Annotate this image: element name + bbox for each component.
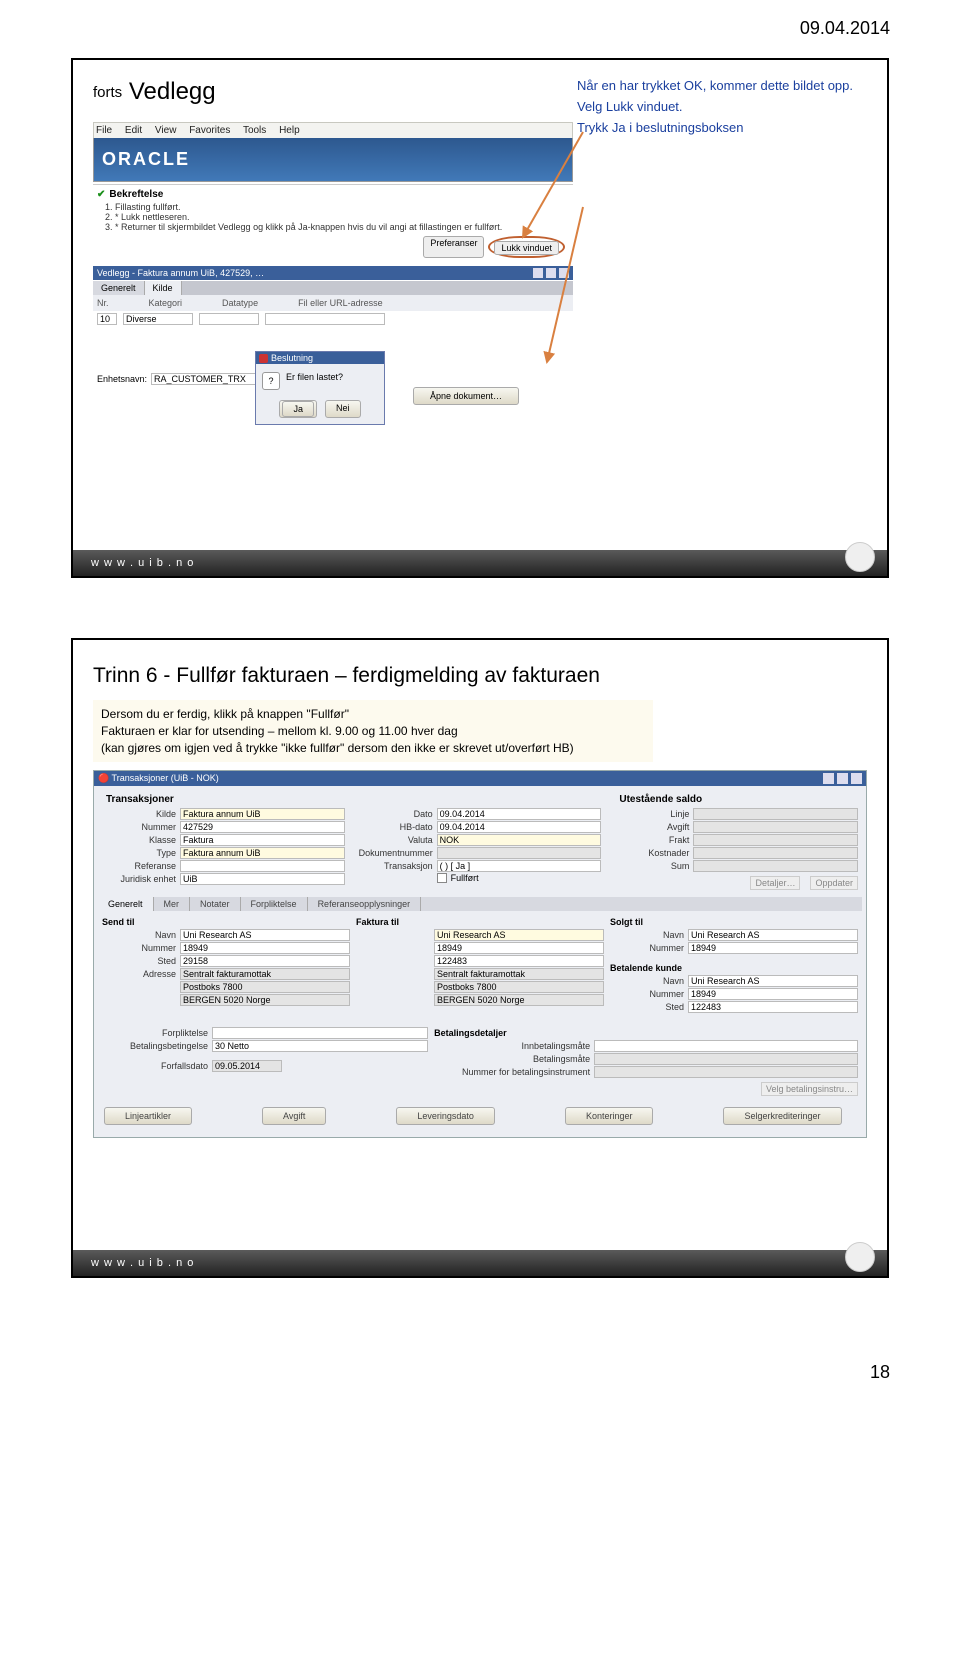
confirmation-block: ✔ Bekreftelse Fillasting fullført. * Luk… bbox=[93, 184, 573, 264]
referanse-input[interactable] bbox=[180, 860, 345, 872]
avgift-button[interactable]: Avgift bbox=[262, 1107, 326, 1125]
info-icon: ✔ bbox=[97, 189, 105, 200]
slide-footer: w w w . u i b . n o bbox=[73, 1250, 887, 1276]
selgerkrediteringer-button[interactable]: Selgerkrediteringer bbox=[723, 1107, 841, 1125]
doknummer-input bbox=[437, 847, 602, 859]
preferences-button[interactable]: Preferanser bbox=[423, 236, 484, 258]
fullfort-checkbox[interactable] bbox=[437, 873, 447, 883]
leveringsdato-button[interactable]: Leveringsdato bbox=[396, 1107, 495, 1125]
window-title: Vedlegg - Faktura annum UiB, 427529, … bbox=[97, 268, 264, 278]
linjeartikler-button[interactable]: Linjeartikler bbox=[104, 1107, 192, 1125]
juridisk-input[interactable]: UiB bbox=[180, 873, 345, 885]
no-button[interactable]: Nei bbox=[325, 400, 361, 418]
decision-dialog: Beslutning ? Er filen lastet? Ja Nei bbox=[255, 351, 385, 425]
dato-input[interactable]: 09.04.2014 bbox=[437, 808, 602, 820]
oracle-banner: ORACLE bbox=[93, 138, 573, 182]
window-controls[interactable] bbox=[823, 773, 862, 784]
yes-marker: Ja bbox=[279, 400, 317, 418]
kilde-input[interactable]: Faktura annum UiB bbox=[180, 808, 345, 820]
question-icon: ? bbox=[262, 372, 280, 390]
grid-header: Nr. Kategori Datatype Fil eller URL-adre… bbox=[93, 295, 573, 311]
annotation-box: Når en har trykket OK, kommer dette bild… bbox=[577, 78, 867, 141]
slide2-heading: Trinn 6 - Fullfør fakturaen – ferdigmeld… bbox=[93, 664, 867, 688]
grid-row: 10 Diverse bbox=[93, 311, 573, 327]
oppdater-button[interactable]: Oppdater bbox=[810, 876, 858, 890]
konteringer-button[interactable]: Konteringer bbox=[565, 1107, 654, 1125]
slide-1: forts Vedlegg Når en har trykket OK, kom… bbox=[71, 58, 889, 578]
browser-window: File Edit View Favorites Tools Help ORAC… bbox=[93, 122, 573, 391]
transactions-window: 🔴 Transaksjoner (UiB - NOK) Transaksjone… bbox=[93, 770, 867, 1138]
bottom-button-row: Linjeartikler Avgift Leveringsdato Konte… bbox=[98, 1101, 862, 1133]
transaksjon-input[interactable]: ( ) [ Ja ] bbox=[437, 860, 602, 872]
section-transactions: Transaksjoner bbox=[102, 792, 345, 807]
browser-menubar[interactable]: File Edit View Favorites Tools Help bbox=[93, 122, 573, 138]
open-document-button[interactable]: Åpne dokument… bbox=[413, 387, 519, 405]
close-window-marker: Lukk vinduet bbox=[488, 236, 565, 258]
slide-2: Trinn 6 - Fullfør fakturaen – ferdigmeld… bbox=[71, 638, 889, 1278]
valuta-input[interactable]: NOK bbox=[437, 834, 602, 846]
hbdato-input[interactable]: 09.04.2014 bbox=[437, 821, 602, 833]
nummer-input[interactable]: 427529 bbox=[180, 821, 345, 833]
slide-footer: w w w . u i b . n o bbox=[73, 550, 887, 576]
uib-seal-icon bbox=[845, 1242, 875, 1272]
window-controls[interactable] bbox=[533, 268, 569, 278]
yes-button[interactable]: Ja bbox=[282, 401, 314, 417]
app-title: 🔴 Transaksjoner (UiB - NOK) bbox=[98, 773, 219, 784]
section-saldo: Utestående saldo bbox=[615, 792, 858, 807]
close-window-button[interactable]: Lukk vinduet bbox=[494, 241, 559, 255]
page-number: 18 bbox=[0, 1358, 960, 1403]
klasse-input[interactable]: Faktura bbox=[180, 834, 345, 846]
dialog-icon bbox=[259, 354, 268, 363]
detaljer-button[interactable]: Detaljer… bbox=[750, 876, 800, 890]
page-date: 09.04.2014 bbox=[800, 18, 890, 39]
vedlegg-tabs[interactable]: Generelt Kilde bbox=[93, 280, 573, 295]
detail-tabs[interactable]: Generelt Mer Notater Forpliktelse Refera… bbox=[98, 897, 862, 911]
dialog-message: Er filen lastet? bbox=[286, 372, 343, 382]
uib-seal-icon bbox=[845, 542, 875, 572]
velg-betaling-button[interactable]: Velg betalingsinstru… bbox=[761, 1082, 858, 1096]
slide2-note: Dersom du er ferdig, klikk på knappen "F… bbox=[93, 700, 653, 762]
type-input[interactable]: Faktura annum UiB bbox=[180, 847, 345, 859]
